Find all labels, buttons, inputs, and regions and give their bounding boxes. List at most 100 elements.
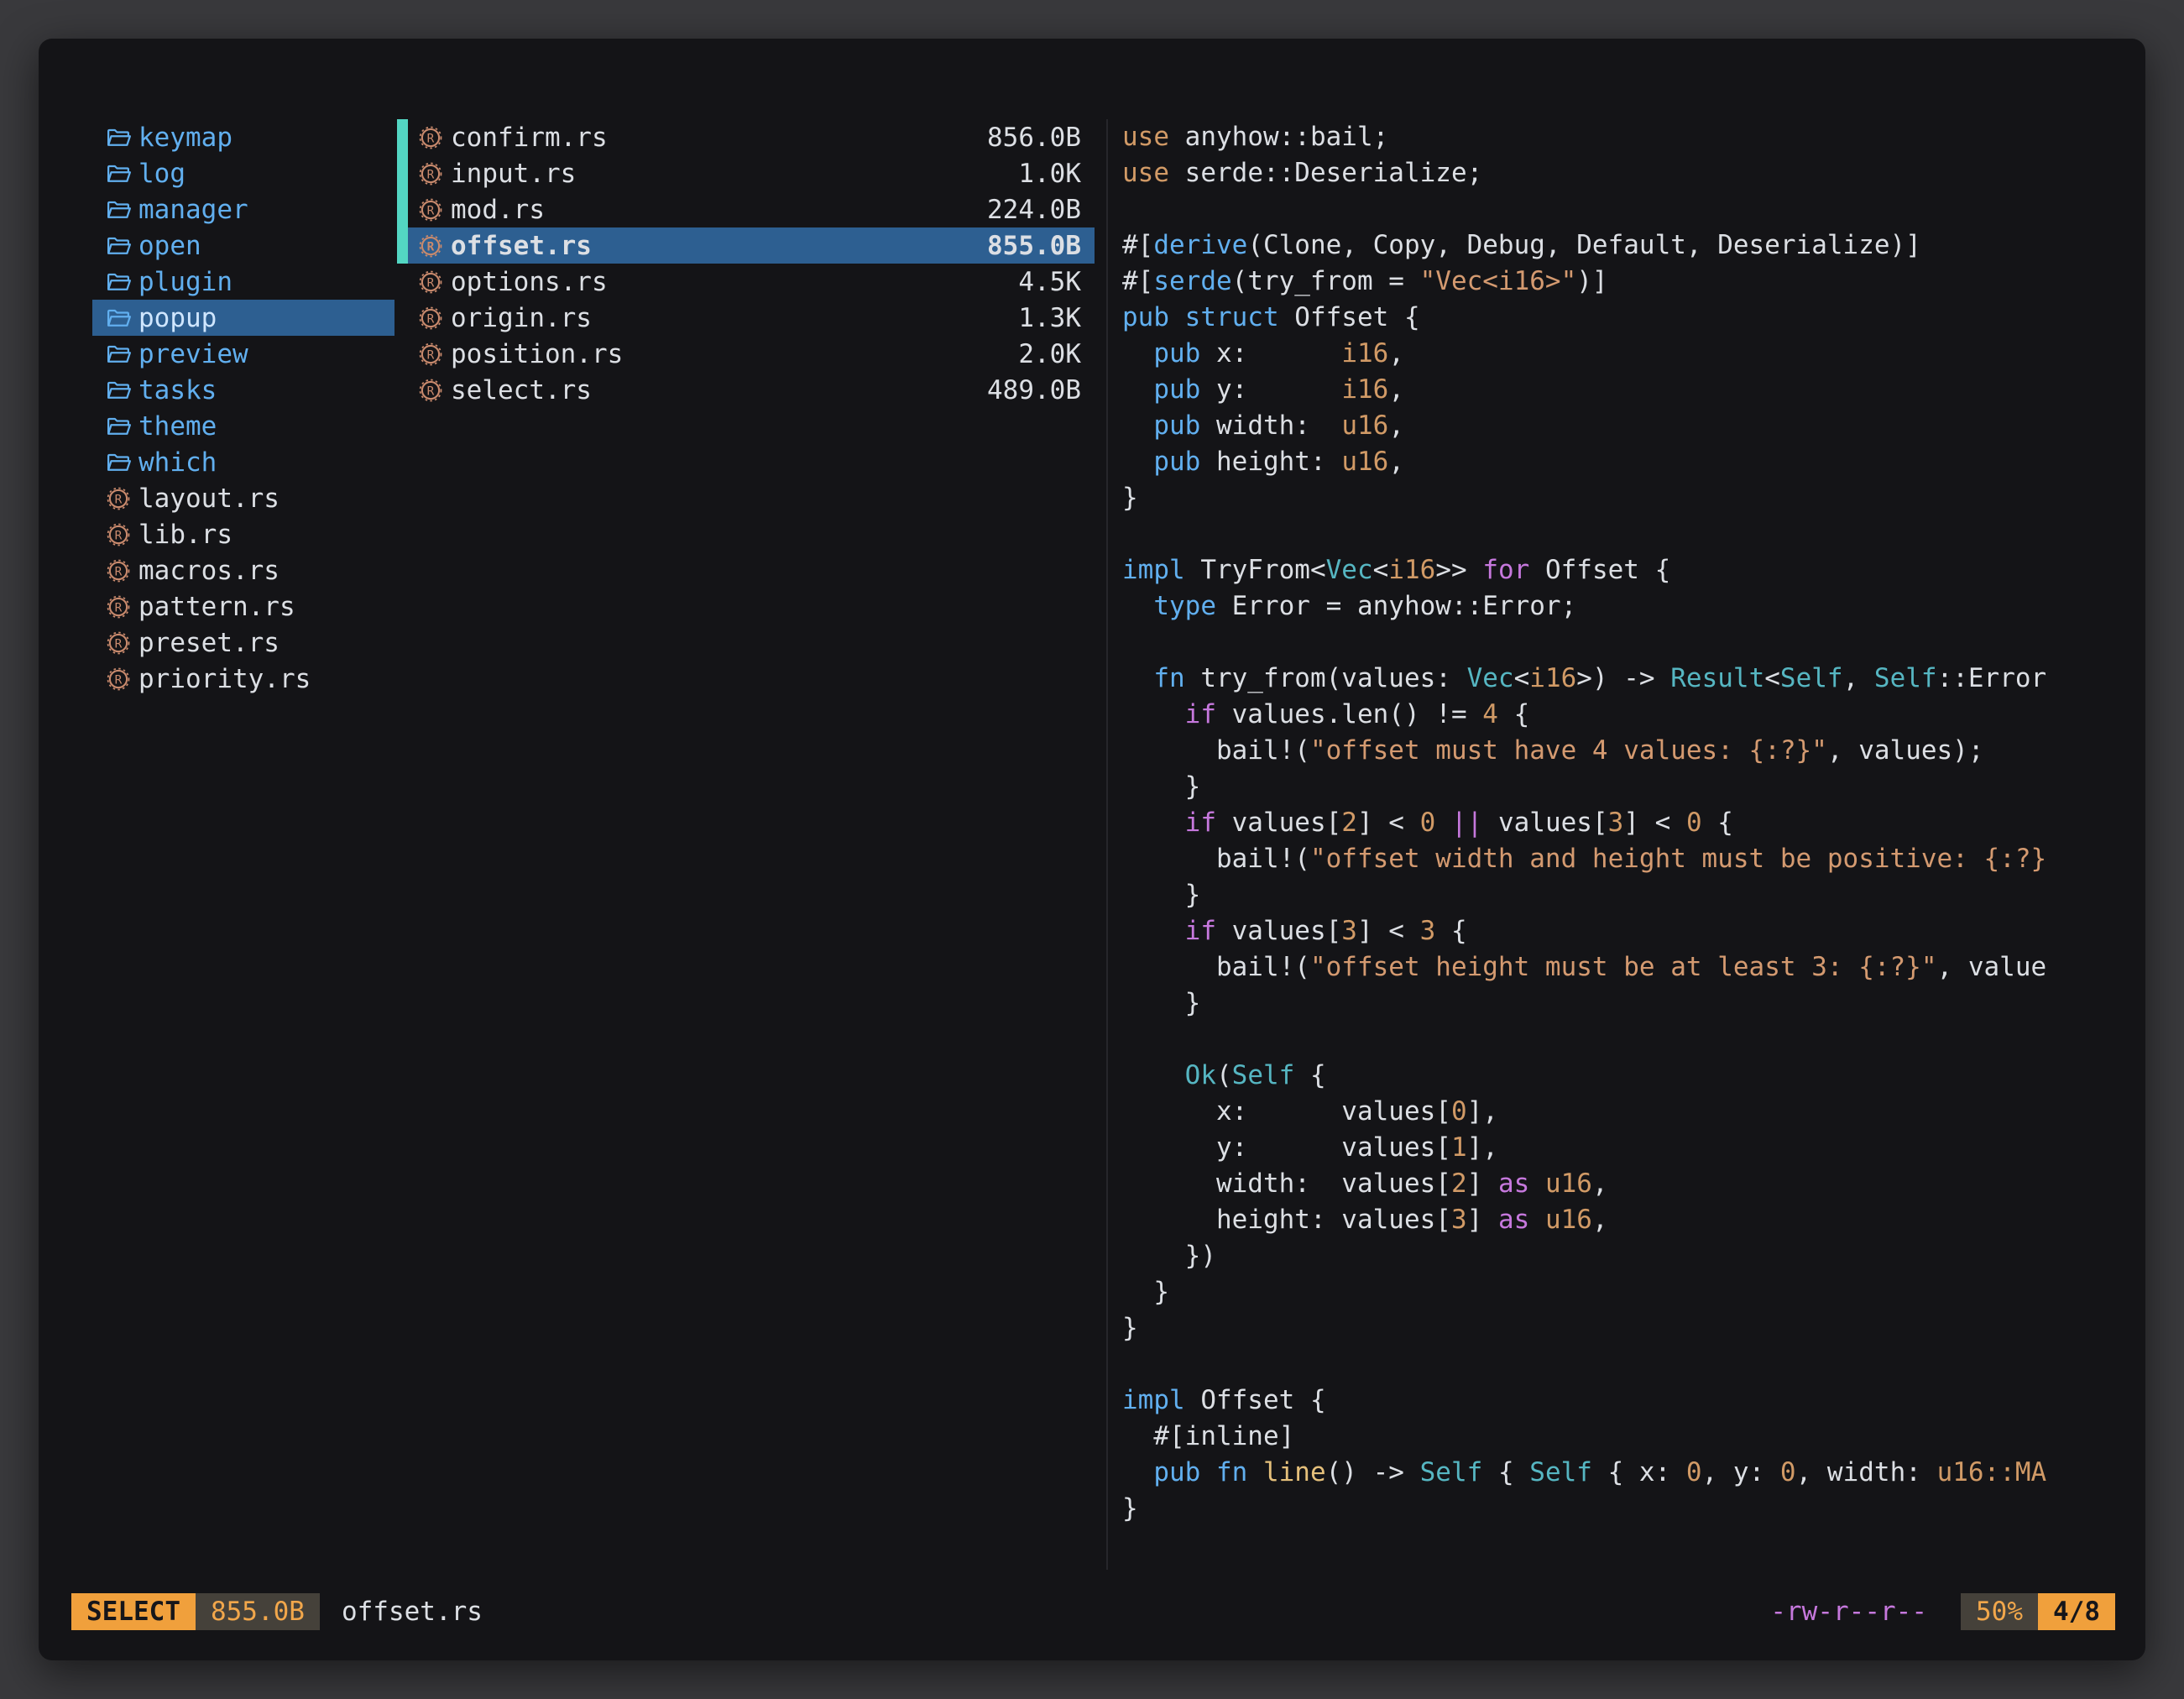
svg-text:R: R [115,637,123,651]
file-size-badge: 855.0B [196,1593,320,1630]
file-item-priority.rs[interactable]: Rpriority.rs [92,661,394,697]
rust-file-icon: R [106,486,131,511]
rust-file-icon: R [418,197,443,222]
dir-name: popup [138,303,217,333]
rust-file-icon: R [106,667,131,692]
open-folder-icon [106,378,131,403]
file-item-options.rs[interactable]: Roptions.rs4.5K [397,264,1095,300]
svg-text:R: R [427,168,435,181]
code-line-33: } [1122,1274,2115,1310]
file-item-offset.rs[interactable]: Roffset.rs855.0B [397,227,1095,264]
file-item-position.rs[interactable]: Rposition.rs2.0K [397,336,1095,372]
code-line-28: x: values[0], [1122,1094,2115,1130]
file-size: 489.0B [987,375,1095,405]
code-line-34: } [1122,1310,2115,1346]
file-size: 2.0K [1018,339,1095,369]
open-folder-icon [106,197,131,222]
code-line-5: #[serde(try_from = "Vec<i16>")] [1122,264,2115,300]
dir-name: which [138,447,217,478]
rust-file-icon: R [418,233,443,259]
code-line-8: pub y: i16, [1122,372,2115,408]
dir-item-log[interactable]: log [92,155,394,191]
open-folder-icon [106,161,131,186]
code-line-29: y: values[1], [1122,1130,2115,1166]
file-size: 224.0B [987,195,1095,225]
status-bar: SELECT 855.0B offset.rs -rw-r--r-- 50% 4… [71,1593,2115,1630]
file-item-origin.rs[interactable]: Rorigin.rs1.3K [397,300,1095,336]
code-line-3 [1122,191,2115,227]
open-folder-icon [106,414,131,439]
rust-file-icon: R [418,161,443,186]
file-size: 4.5K [1018,267,1095,297]
selection-marker [397,264,408,300]
code-line-24: bail!("offset height must be at least 3:… [1122,949,2115,985]
file-name: options.rs [451,267,1011,297]
dir-name: theme [138,411,217,442]
file-permissions: -rw-r--r-- [1770,1597,1927,1627]
svg-text:R: R [427,132,435,145]
open-folder-icon [106,306,131,331]
code-line-14: type Error = anyhow::Error; [1122,588,2115,625]
file-item-confirm.rs[interactable]: Rconfirm.rs856.0B [397,119,1095,155]
dir-item-popup[interactable]: popup [92,300,394,336]
file-item-lib.rs[interactable]: Rlib.rs [92,516,394,552]
code-line-32: }) [1122,1238,2115,1274]
file-name: input.rs [451,159,1011,189]
code-line-30: width: values[2] as u16, [1122,1166,2115,1202]
rust-file-icon: R [418,269,443,295]
dir-item-tasks[interactable]: tasks [92,372,394,408]
file-item-macros.rs[interactable]: Rmacros.rs [92,552,394,588]
file-name: priority.rs [138,664,311,694]
selection-marker [397,155,408,191]
code-line-16: fn try_from(values: Vec<i16>) -> Result<… [1122,661,2115,697]
selection-marker [397,336,408,372]
dir-item-preview[interactable]: preview [92,336,394,372]
code-line-11: } [1122,480,2115,516]
scroll-percent-badge: 50% [1961,1593,2038,1630]
code-line-19: } [1122,769,2115,805]
code-line-18: bail!("offset must have 4 values: {:?}",… [1122,733,2115,769]
code-line-6: pub struct Offset { [1122,300,2115,336]
file-name: lib.rs [138,520,233,550]
dir-item-open[interactable]: open [92,227,394,264]
selection-marker [397,119,408,155]
svg-text:R: R [427,240,435,254]
rust-file-icon: R [106,594,131,619]
open-folder-icon [106,269,131,295]
file-item-mod.rs[interactable]: Rmod.rs224.0B [397,191,1095,227]
status-filename: offset.rs [342,1597,483,1627]
file-item-preset.rs[interactable]: Rpreset.rs [92,625,394,661]
rust-file-icon: R [418,378,443,403]
file-item-select.rs[interactable]: Rselect.rs489.0B [397,372,1095,408]
svg-text:R: R [427,204,435,217]
yazi-file-manager-window: keymaplogmanageropenpluginpopup preview ta… [39,39,2145,1660]
svg-text:R: R [427,348,435,362]
dir-item-which[interactable]: which [92,444,394,480]
file-name: macros.rs [138,556,280,586]
file-item-layout.rs[interactable]: Rlayout.rs [92,480,394,516]
code-line-4: #[derive(Clone, Copy, Debug, Default, De… [1122,227,2115,264]
svg-text:R: R [115,493,123,506]
code-line-13: impl TryFrom<Vec<i16>> for Offset { [1122,552,2115,588]
code-line-12 [1122,516,2115,552]
file-item-input.rs[interactable]: Rinput.rs1.0K [397,155,1095,191]
file-item-pattern.rs[interactable]: Rpattern.rs [92,588,394,625]
code-line-20: if values[2] < 0 || values[3] < 0 { [1122,805,2115,841]
code-line-38: pub fn line() -> Self { Self { x: 0, y: … [1122,1455,2115,1491]
code-line-26 [1122,1022,2115,1058]
file-name: layout.rs [138,484,280,514]
rust-file-icon: R [418,342,443,367]
code-line-23: if values[3] < 3 { [1122,913,2115,949]
dir-item-plugin[interactable]: plugin [92,264,394,300]
code-line-10: pub height: u16, [1122,444,2115,480]
dir-item-manager[interactable]: manager [92,191,394,227]
dir-name: tasks [138,375,217,405]
dir-item-keymap[interactable]: keymap [92,119,394,155]
svg-text:R: R [115,565,123,578]
open-folder-icon [106,233,131,259]
svg-text:R: R [115,673,123,687]
dir-item-theme[interactable]: theme [92,408,394,444]
dir-name: preview [138,339,248,369]
rust-file-icon: R [106,522,131,547]
code-line-36: impl Offset { [1122,1383,2115,1419]
